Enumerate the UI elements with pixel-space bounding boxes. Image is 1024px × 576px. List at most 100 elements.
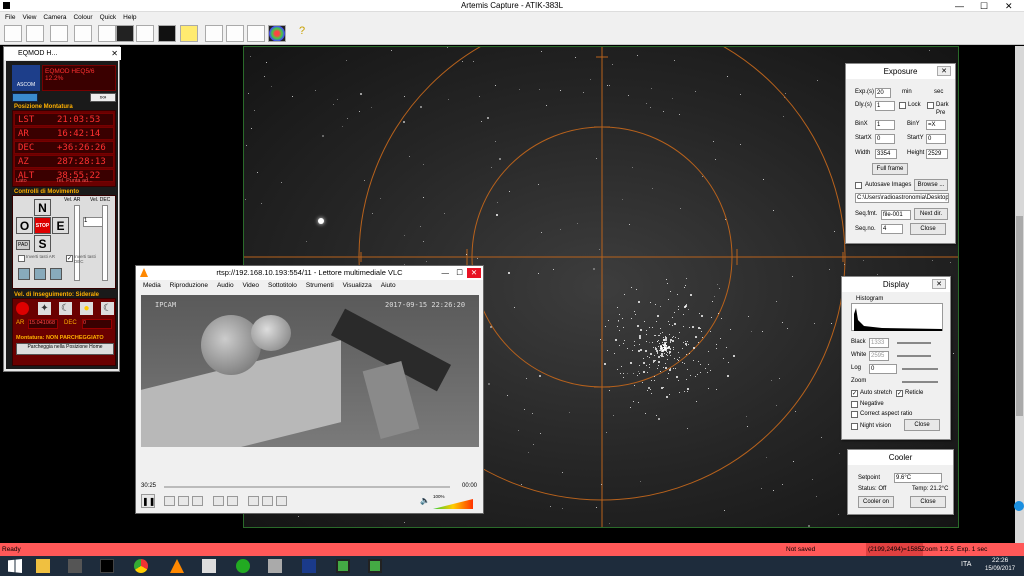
reticle-checkbox[interactable]: ✓ [896, 390, 903, 397]
tracking-ar-field[interactable]: 15.041068 [28, 319, 58, 329]
cooler-close-button[interactable]: Close [910, 496, 946, 508]
vlc-stop-button[interactable] [178, 496, 189, 506]
frame-icon[interactable] [116, 25, 134, 42]
vlc-max-button[interactable]: ☐ [456, 266, 463, 280]
vlc-loop-button[interactable] [262, 496, 273, 506]
starty-field[interactable]: 0 [926, 134, 946, 144]
minimize-button[interactable]: — [955, 1, 964, 11]
focus-icon[interactable] [98, 25, 116, 42]
app-dark-icon[interactable] [100, 559, 114, 573]
solar-icon[interactable]: ● [80, 302, 93, 315]
seqno-field[interactable]: 4 [881, 224, 903, 234]
menu-view[interactable]: View [22, 12, 36, 23]
menu-camera[interactable]: Camera [43, 12, 66, 23]
vlc-fullscreen-button[interactable] [213, 496, 224, 506]
vlc-min-button[interactable]: — [442, 266, 450, 280]
vlc-next-button[interactable] [192, 496, 203, 506]
help-icon[interactable]: ? [293, 25, 311, 42]
pad-button[interactable]: PAD [16, 240, 30, 250]
menu-help[interactable]: Help [123, 12, 136, 23]
expand-button[interactable]: »» [90, 93, 116, 102]
invert-ar-checkbox[interactable] [18, 255, 25, 262]
vlc-shuffle-button[interactable] [276, 496, 287, 506]
log-slider[interactable] [902, 368, 938, 370]
vlc-menu-audio[interactable]: Audio [217, 280, 234, 291]
west-button[interactable]: O [16, 217, 33, 234]
height-field[interactable]: 2529 [926, 149, 948, 159]
negative-checkbox[interactable] [851, 401, 858, 408]
colour-icon[interactable] [268, 25, 286, 42]
subframe-icon[interactable] [136, 25, 154, 42]
menu-file[interactable]: File [5, 12, 15, 23]
camera-connect-icon[interactable] [4, 25, 22, 42]
teamviewer-icon[interactable] [1014, 501, 1024, 511]
film-icon-2[interactable] [368, 559, 382, 573]
stellarium-icon[interactable] [302, 559, 316, 573]
file-explorer-icon[interactable] [36, 559, 50, 573]
language-indicator[interactable]: ITA [961, 561, 971, 568]
black-slider[interactable] [897, 342, 931, 344]
vlc-taskbar-icon[interactable] [170, 559, 184, 573]
save-path-field[interactable]: C:\Users\radioastronomia\Desktop\ [855, 193, 949, 203]
exposure-close-icon[interactable]: ✕ [937, 66, 951, 76]
white-field[interactable]: 2595 [869, 351, 889, 361]
cooler-on-button[interactable]: Cooler on [858, 496, 894, 508]
biny-select[interactable]: =X [926, 120, 946, 130]
full-frame-button[interactable]: Full frame [872, 163, 908, 175]
film-icon-1[interactable] [336, 559, 350, 573]
invert-dec-checkbox[interactable]: ✓ [66, 255, 73, 262]
vlc-menu-media[interactable]: Media [143, 280, 161, 291]
ar-rate-slider[interactable] [74, 205, 80, 281]
capture-dark-icon[interactable] [226, 25, 244, 42]
night-vision-checkbox[interactable] [851, 423, 858, 430]
menu-quick[interactable]: Quick [100, 12, 117, 23]
green-app-icon[interactable] [236, 559, 250, 573]
vlc-speaker-icon[interactable]: 🔈 [420, 496, 430, 505]
log-field[interactable]: 0 [869, 364, 897, 374]
vlc-menu-tools[interactable]: Strumenti [306, 280, 334, 291]
grid-button[interactable] [34, 268, 46, 280]
menu-colour[interactable]: Colour [73, 12, 92, 23]
dark-checkbox[interactable] [927, 102, 934, 109]
scroll-thumb[interactable] [1016, 216, 1023, 416]
vlc-video[interactable]: IPCAM 2017-09-15 22:26:20 [141, 295, 479, 447]
display-close-icon[interactable]: ✕ [932, 279, 946, 289]
filter-icon[interactable] [50, 25, 68, 42]
clock-time[interactable]: 22:26 [992, 557, 1008, 564]
list-button[interactable] [50, 268, 62, 280]
tracking-dec-field[interactable]: 0 [82, 319, 112, 329]
maximize-button[interactable]: ☐ [980, 1, 988, 12]
aspect-checkbox[interactable] [851, 411, 858, 418]
startx-field[interactable]: 0 [875, 134, 895, 144]
close-button[interactable]: ✕ [1005, 1, 1013, 12]
park-home-button[interactable]: Parcheggia nella Posizione Home [16, 343, 114, 355]
exp-field[interactable]: 20 [875, 88, 891, 98]
vlc-menu-video[interactable]: Video [243, 280, 260, 291]
south-button[interactable]: S [34, 235, 51, 252]
vlc-menu-view[interactable]: Visualizza [343, 280, 372, 291]
browse-button[interactable]: Browse ... [914, 179, 948, 191]
vlc-menu-subtitle[interactable]: Sottotitolo [268, 280, 297, 291]
custom-rate-icon[interactable]: ☾ [101, 302, 114, 315]
capture-sequence-icon[interactable] [247, 25, 265, 42]
spiral-button[interactable] [18, 268, 30, 280]
autosave-checkbox[interactable] [855, 182, 862, 189]
tracking-stop-icon[interactable] [16, 302, 29, 315]
next-dir-button[interactable]: Next dir. [914, 208, 948, 220]
stop-button[interactable]: STOP [34, 217, 51, 234]
display-close-button[interactable]: Close [904, 419, 940, 431]
capture-icon[interactable] [205, 25, 223, 42]
display-icon[interactable] [74, 25, 92, 42]
vlc-close-button[interactable]: ✕ [467, 268, 481, 278]
vlc-menu-help[interactable]: Aiuto [381, 280, 396, 291]
setpoint-field[interactable]: 9.6°C [894, 473, 942, 483]
black-field[interactable]: 1333 [869, 338, 889, 348]
document-icon[interactable] [202, 559, 216, 573]
eqmod-close-button[interactable]: ✕ [111, 47, 118, 60]
vlc-menu-playback[interactable]: Riproduzione [170, 280, 208, 291]
binx-select[interactable]: 1 [875, 120, 895, 130]
lunar-icon[interactable]: ☾ [59, 302, 72, 315]
start-icon[interactable] [8, 559, 22, 573]
width-field[interactable]: 3354 [875, 149, 897, 159]
seqfmt-select[interactable]: file-001 [881, 210, 911, 220]
